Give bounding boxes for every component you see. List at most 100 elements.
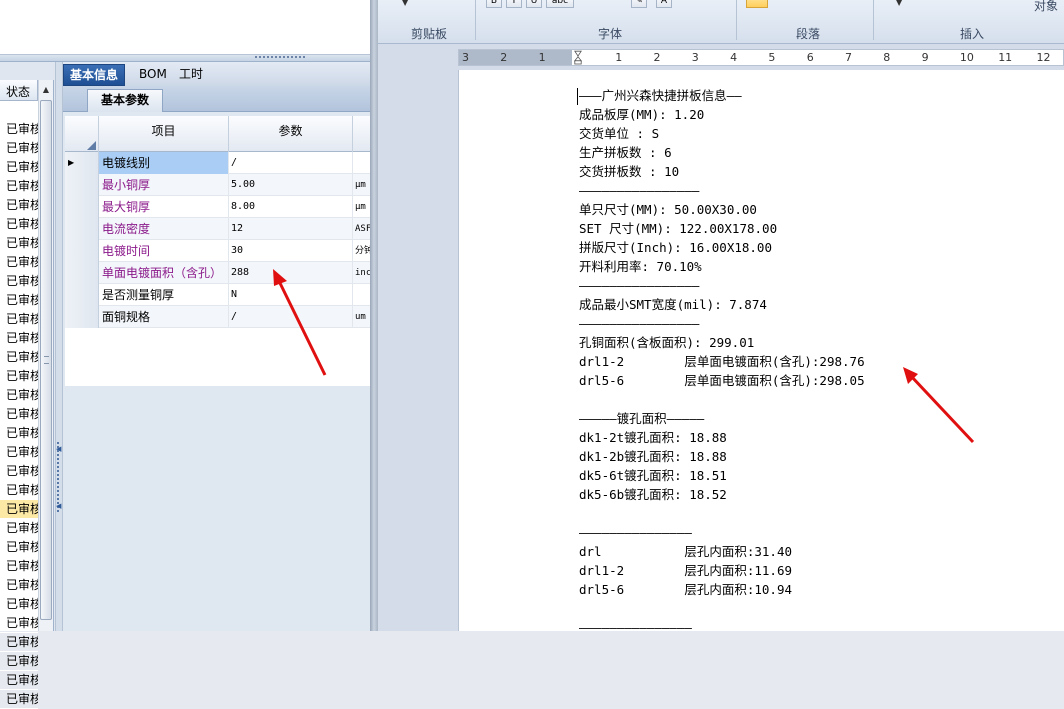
tab-basic-params[interactable]: 基本参数 — [87, 89, 163, 112]
status-list-item[interactable]: 已审核 — [0, 120, 38, 139]
row-indicator[interactable] — [65, 262, 99, 284]
status-list-item[interactable]: 已审核 — [0, 576, 38, 595]
status-list-item[interactable]: 已审核 — [0, 671, 38, 690]
document-line[interactable]: 单只尺寸(MM): 50.00X30.00 — [579, 200, 865, 219]
document-line[interactable]: dk5-6b镀孔面积: 18.52 — [579, 485, 865, 504]
status-list-item[interactable]: 已审核 — [0, 234, 38, 253]
grid-cell-param[interactable]: / — [229, 152, 353, 174]
status-list-item[interactable]: 已审核 — [0, 595, 38, 614]
status-list-item[interactable]: 已审核 — [0, 557, 38, 576]
row-indicator[interactable] — [65, 240, 99, 262]
status-list-item[interactable]: 已审核 — [0, 481, 38, 500]
status-list-item[interactable]: 已审核 — [0, 652, 38, 671]
insert-dropdown-icon[interactable]: ▼ — [896, 0, 902, 7]
document-line[interactable]: SET 尺寸(MM): 122.00X178.00 — [579, 219, 865, 238]
document-line[interactable]: 孔铜面积(含板面积): 299.01 — [579, 333, 865, 352]
row-indicator[interactable] — [65, 306, 99, 328]
document-text[interactable]: ———广州兴森快捷拼板信息—— 成品板厚(MM): 1.20 交货单位 : S 生产拼… — [579, 86, 865, 637]
document-line[interactable]: ——————————————— — [579, 618, 865, 637]
document-line[interactable]: drl 层孔内面积:31.40 — [579, 542, 865, 561]
document-line[interactable]: dk1-2t镀孔面积: 18.88 — [579, 428, 865, 447]
horizontal-ruler[interactable]: 3 2 1 1 2 3 4 5 6 7 8 9 10 11 12 — [458, 49, 1064, 66]
document-line[interactable]: ———————————————— — [579, 314, 865, 333]
status-list-item[interactable]: 已审核 — [0, 424, 38, 443]
row-indicator[interactable] — [65, 218, 99, 240]
status-list-item[interactable]: 已审核 — [0, 462, 38, 481]
document-line[interactable]: drl5-6 层孔内面积:10.94 — [579, 580, 865, 599]
indent-marker-icon[interactable] — [574, 50, 582, 66]
grid-row[interactable]: ▶ 电镀线别 / — [65, 152, 372, 174]
tab-work-hours[interactable]: 工时 — [173, 64, 209, 86]
grid-cell-param[interactable]: 5.00 — [229, 174, 353, 196]
document-line[interactable]: 交货单位 : S — [579, 124, 865, 143]
document-line[interactable]: ———————————————— — [579, 276, 865, 295]
document-line[interactable]: 交货拼板数 : 10 — [579, 162, 865, 181]
grid-cell-item[interactable]: 电镀时间 — [99, 240, 229, 262]
document-line[interactable]: ——————————————— — [579, 523, 865, 542]
row-indicator[interactable] — [65, 284, 99, 306]
status-list-item[interactable]: 已审核 — [0, 386, 38, 405]
grid-cell-item[interactable]: 单面电镀面积（含孔） — [99, 262, 229, 284]
highlight-color-icon[interactable]: ✎ — [631, 0, 647, 8]
underline-icon[interactable]: U — [526, 0, 542, 8]
status-list-scrollbar[interactable]: ▲ — [38, 80, 53, 631]
grid-cell-item[interactable]: 面铜规格 — [99, 306, 229, 328]
document-line[interactable] — [579, 390, 865, 409]
grid-row[interactable]: 最小铜厚 5.00 μm — [65, 174, 372, 196]
document-page[interactable]: ———广州兴森快捷拼板信息—— 成品板厚(MM): 1.20 交货单位 : S 生产拼… — [458, 70, 1064, 635]
document-line[interactable] — [579, 504, 865, 523]
current-row-indicator-icon[interactable]: ▶ — [65, 152, 99, 174]
scrollbar-thumb[interactable] — [40, 100, 52, 620]
font-color-icon[interactable]: A — [656, 0, 672, 8]
tab-bom[interactable]: BOM — [133, 64, 173, 86]
align-left-icon[interactable] — [746, 0, 768, 8]
status-list-item[interactable]: 已审核 — [0, 633, 38, 652]
column-header-item[interactable]: 项目 — [99, 116, 229, 152]
status-list-item[interactable]: 已审核 — [0, 500, 38, 519]
grid-cell-item[interactable]: 电镀线别 — [99, 152, 229, 174]
status-list-item[interactable]: 已审核 — [0, 329, 38, 348]
status-list-item[interactable]: 已审核 — [0, 538, 38, 557]
column-header-param[interactable]: 参数 — [229, 116, 353, 152]
grid-cell-item[interactable]: 最大铜厚 — [99, 196, 229, 218]
grid-cell-item[interactable]: 最小铜厚 — [99, 174, 229, 196]
strikethrough-icon[interactable]: abc — [546, 0, 574, 8]
status-list-item[interactable]: 已审核 — [0, 519, 38, 538]
document-line[interactable]: ———广州兴森快捷拼板信息—— — [579, 86, 865, 105]
document-line[interactable]: drl1-2 层单面电镀面积(含孔):298.76 — [579, 352, 865, 371]
row-indicator[interactable] — [65, 196, 99, 218]
grid-cell-param[interactable]: 8.00 — [229, 196, 353, 218]
document-line[interactable] — [579, 599, 865, 618]
status-list-item[interactable]: 已审核 — [0, 690, 38, 709]
status-list-item[interactable]: 已审核 — [0, 253, 38, 272]
tab-basic-info[interactable]: 基本信息 — [63, 64, 126, 86]
italic-icon[interactable]: I — [506, 0, 522, 8]
grid-cell-item[interactable]: 是否测量铜厚 — [99, 284, 229, 306]
document-line[interactable]: 成品最小SMT宽度(mil): 7.874 — [579, 295, 865, 314]
grid-corner-header[interactable] — [65, 116, 99, 152]
horizontal-splitter[interactable] — [0, 55, 372, 62]
splitter-grip-icon[interactable] — [255, 56, 305, 60]
document-line[interactable]: dk1-2b镀孔面积: 18.88 — [579, 447, 865, 466]
grid-row[interactable]: 最大铜厚 8.00 μm — [65, 196, 372, 218]
status-list-item[interactable]: 已审核 — [0, 177, 38, 196]
vertical-splitter[interactable]: ◀ ◀ — [55, 62, 63, 631]
grid-cell-param[interactable]: 12 — [229, 218, 353, 240]
grid-row[interactable]: 电镀时间 30 分钟 — [65, 240, 372, 262]
document-line[interactable]: 生产拼板数 : 6 — [579, 143, 865, 162]
status-list-item[interactable]: 已审核 — [0, 272, 38, 291]
status-list-item[interactable]: 已审核 — [0, 139, 38, 158]
grid-cell-item[interactable]: 电流密度 — [99, 218, 229, 240]
paste-dropdown-icon[interactable]: ▼ — [402, 0, 408, 7]
document-line[interactable]: 拼版尺寸(Inch): 16.00X18.00 — [579, 238, 865, 257]
document-line[interactable]: —————镀孔面积————— — [579, 409, 865, 428]
status-list-item[interactable]: 已审核 — [0, 443, 38, 462]
collapse-left-arrow-icon[interactable]: ◀ — [56, 502, 61, 510]
status-list-item[interactable]: 已审核 — [0, 310, 38, 329]
status-list-item[interactable]: 已审核 — [0, 367, 38, 386]
document-line[interactable]: drl1-2 层孔内面积:11.69 — [579, 561, 865, 580]
status-list-item[interactable]: 已审核 — [0, 196, 38, 215]
status-list-item[interactable]: 已审核 — [0, 348, 38, 367]
document-line[interactable]: dk5-6t镀孔面积: 18.51 — [579, 466, 865, 485]
group-label-object[interactable]: 对象 — [1034, 0, 1058, 14]
